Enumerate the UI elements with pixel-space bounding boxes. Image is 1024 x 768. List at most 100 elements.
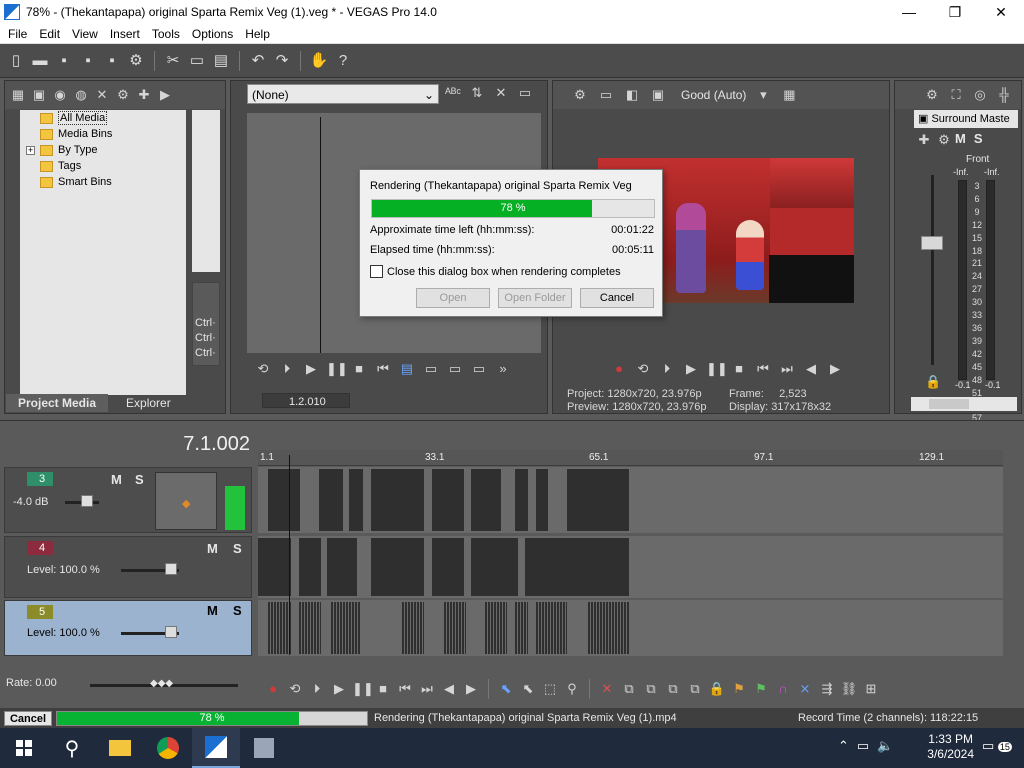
menu-insert[interactable]: Insert: [104, 27, 146, 41]
solo-button[interactable]: S: [233, 541, 242, 556]
timeline-clip[interactable]: [331, 602, 361, 654]
timeline-clip[interactable]: [319, 469, 343, 531]
mixer-scroll-thumb[interactable]: [929, 399, 969, 409]
pause-icon[interactable]: ❚❚: [352, 680, 374, 698]
previous-frame-icon[interactable]: ◀: [802, 360, 820, 378]
file-explorer-button[interactable]: [96, 728, 144, 768]
timeline-ruler[interactable]: 1.1 33.1 65.1 97.1 129.1: [258, 450, 1003, 466]
chevron-down-icon[interactable]: ▾: [754, 86, 772, 104]
play-icon[interactable]: ▶: [330, 680, 348, 698]
loop-icon[interactable]: ⟲: [254, 360, 272, 378]
play-from-start-icon[interactable]: ⏵: [278, 360, 296, 378]
track-lane-4[interactable]: [258, 536, 1003, 598]
timeline-clip[interactable]: [299, 538, 321, 596]
next-frame-icon[interactable]: ▶: [826, 360, 844, 378]
timeline-clip[interactable]: [471, 538, 518, 596]
stop-icon[interactable]: ■: [374, 680, 392, 698]
marker-icon[interactable]: ⚑: [730, 680, 748, 698]
record-icon[interactable]: ●: [610, 360, 628, 378]
solo-button[interactable]: S: [135, 472, 144, 487]
new-project-icon[interactable]: ▯: [6, 51, 26, 71]
open-folder-button[interactable]: Open Folder: [498, 288, 572, 308]
paste-icon[interactable]: ▤: [211, 51, 231, 71]
bus-fx-icon[interactable]: ⚙: [935, 131, 953, 149]
previous-frame-icon[interactable]: ⏮: [374, 360, 392, 378]
rate-slider-knob[interactable]: ◆◆◆: [150, 678, 173, 689]
timeline-clip[interactable]: [525, 538, 629, 596]
delete-icon[interactable]: ✕: [598, 680, 616, 698]
chevron-up-icon[interactable]: ⌃: [838, 738, 849, 754]
overlay-icon[interactable]: ▣: [649, 86, 667, 104]
status-cancel-button[interactable]: Cancel: [4, 711, 52, 726]
ignore-grouping-icon[interactable]: ⊞: [862, 680, 880, 698]
trim-icon[interactable]: ▤: [398, 360, 416, 378]
play-from-start-icon[interactable]: ⏵: [308, 680, 326, 698]
volume-icon[interactable]: 🔈: [877, 738, 893, 754]
undo-icon[interactable]: ↶: [248, 51, 268, 71]
get-media-icon[interactable]: ◉: [51, 86, 69, 104]
menu-edit[interactable]: Edit: [33, 27, 66, 41]
trimmer-media-select[interactable]: (None) ⌄: [247, 84, 439, 104]
menu-tools[interactable]: Tools: [146, 27, 186, 41]
pause-icon[interactable]: ❚❚: [706, 360, 728, 378]
tree-item-smart-bins[interactable]: Smart Bins: [20, 174, 186, 190]
sort-icon[interactable]: ⇅: [468, 84, 486, 102]
play-icon[interactable]: ▶: [156, 86, 174, 104]
track-lane-5[interactable]: [258, 600, 1003, 656]
loop-icon[interactable]: ⟲: [286, 680, 304, 698]
loop-icon[interactable]: ⟲: [634, 360, 652, 378]
timeline-clip[interactable]: [444, 602, 466, 654]
timeline-clip[interactable]: [327, 538, 357, 596]
stop-icon[interactable]: ■: [730, 360, 748, 378]
expand-icon[interactable]: +: [26, 145, 35, 155]
timeline-clip[interactable]: [299, 602, 321, 654]
monitor-icon[interactable]: ◎: [971, 86, 989, 104]
timeline-clip[interactable]: [471, 469, 501, 531]
copy-icon[interactable]: ▭: [187, 51, 207, 71]
play-icon[interactable]: ▶: [302, 360, 320, 378]
level-slider-knob[interactable]: [165, 626, 177, 638]
close-when-done-option[interactable]: Close this dialog box when rendering com…: [370, 265, 621, 278]
mute-button[interactable]: M: [955, 131, 966, 149]
track-header-3[interactable]: 3 -4.0 dB M S ◆: [4, 467, 252, 533]
tree-item-all-media[interactable]: All Media: [20, 110, 186, 126]
timeline-clip[interactable]: [515, 469, 528, 531]
channels-icon[interactable]: ╬: [995, 86, 1013, 104]
go-end-icon[interactable]: ⏭: [418, 680, 436, 698]
stop-icon[interactable]: ■: [350, 360, 368, 378]
pause-icon[interactable]: ❚❚: [326, 360, 348, 378]
timeline-clip[interactable]: [258, 538, 291, 596]
pan-control[interactable]: ◆: [155, 472, 217, 530]
go-start-icon[interactable]: ⏮: [396, 680, 414, 698]
lock-icon[interactable]: 🔒: [708, 680, 726, 698]
level-slider-knob[interactable]: [165, 563, 177, 575]
mute-button[interactable]: M: [111, 472, 122, 487]
solo-button[interactable]: S: [233, 603, 242, 618]
notifications-button[interactable]: ▭ 15: [982, 738, 1012, 754]
volume-slider-knob[interactable]: [81, 495, 93, 507]
timeline-clip[interactable]: [588, 602, 629, 654]
fit-icon[interactable]: ▭: [470, 360, 488, 378]
grid-icon[interactable]: ▦: [780, 86, 798, 104]
timeline-clip[interactable]: [567, 469, 629, 531]
import-media-icon[interactable]: ▦: [9, 86, 27, 104]
chrome-button[interactable]: [144, 728, 192, 768]
mixer-scrollbar[interactable]: [911, 397, 1017, 411]
insert-icon[interactable]: ▭: [422, 360, 440, 378]
open-button[interactable]: Open: [416, 288, 490, 308]
lock-envelopes-icon[interactable]: ⛓: [840, 680, 858, 698]
close-button[interactable]: ✕: [978, 0, 1024, 24]
track-lane-3[interactable]: [258, 467, 1003, 533]
tree-item-by-type[interactable]: + By Type: [20, 142, 186, 158]
tab-project-media[interactable]: Project Media: [6, 394, 109, 412]
menu-view[interactable]: View: [66, 27, 104, 41]
open-icon[interactable]: ▬: [30, 51, 50, 71]
trim-end-icon[interactable]: ⧉: [664, 680, 682, 698]
maximize-button[interactable]: ❐: [932, 0, 978, 24]
web-icon[interactable]: ◍: [72, 86, 90, 104]
vegas-taskbar-button[interactable]: [192, 728, 240, 768]
lock-icon[interactable]: 🔒: [925, 374, 941, 390]
menu-help[interactable]: Help: [239, 27, 276, 41]
start-button[interactable]: [0, 728, 48, 768]
play-from-start-icon[interactable]: ⏵: [658, 360, 676, 378]
